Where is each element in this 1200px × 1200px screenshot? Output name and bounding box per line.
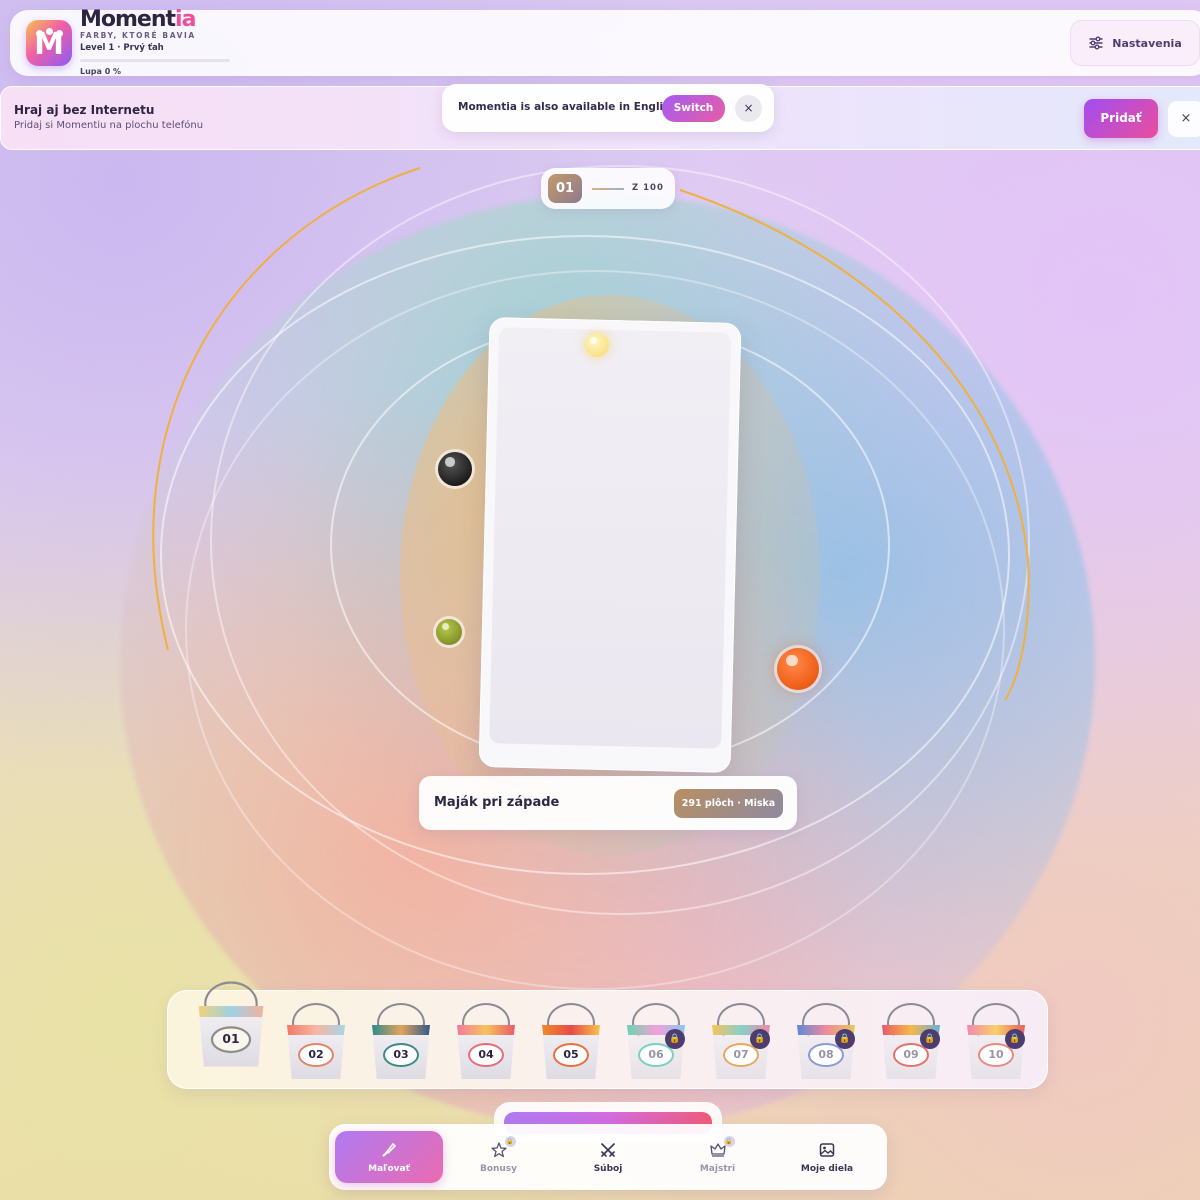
language-popup: Momentia is also available in English Sw… <box>442 84 774 132</box>
paint-bucket-10[interactable]: 10 🔒 <box>965 1003 1027 1083</box>
bucket-tray: 01 02 03 04 05 06 🔒 07 🔒 08 🔒 09 🔒 10 🔒 <box>167 981 1048 1089</box>
swords-icon <box>601 1143 615 1157</box>
brush-icon <box>382 1143 396 1157</box>
counter-total: Z 100 <box>632 183 664 193</box>
lock-icon: 🔒 <box>835 1029 855 1049</box>
paint-bucket-04[interactable]: 04 <box>455 1003 517 1083</box>
nav-masters[interactable]: Majstri 🔒 <box>664 1131 772 1183</box>
app-logo: M <box>26 20 72 66</box>
top-bar: M Momentia FARBY, KTORÉ BAVIA Level 1 · … <box>10 7 1200 76</box>
lupa-label: Lupa 0 % <box>80 67 122 76</box>
paint-bucket-06[interactable]: 06 🔒 <box>625 1003 687 1083</box>
nav-label: Súboj <box>593 1164 623 1174</box>
sliders-icon <box>1089 36 1103 50</box>
lock-icon: 🔒 <box>504 1136 516 1147</box>
olive-orb[interactable] <box>436 619 462 645</box>
nav-label: Bonusy <box>479 1164 518 1174</box>
orange-orb[interactable] <box>777 648 819 690</box>
bucket-paint <box>542 1025 600 1035</box>
painting-canvas[interactable] <box>478 316 742 774</box>
paint-bucket-03[interactable]: 03 <box>370 1003 432 1083</box>
nav-gallery[interactable]: Moje diela <box>773 1131 881 1183</box>
bucket-label: 03 <box>383 1043 419 1067</box>
nav-label: Moje diela <box>800 1164 854 1174</box>
logo-letter: M <box>34 27 64 62</box>
counter-current: 01 <box>548 174 582 203</box>
painting-title: Maják pri západe <box>434 795 560 810</box>
settings-label: Nastavenia <box>1112 36 1182 50</box>
bucket-label: 02 <box>298 1043 334 1067</box>
counter-divider <box>592 188 624 190</box>
black-orb[interactable] <box>438 452 472 486</box>
bucket-paint <box>198 1006 264 1018</box>
bucket-label: 04 <box>468 1043 504 1067</box>
lupa-progress-bar <box>80 59 230 62</box>
nav-duel[interactable]: Súboj <box>554 1131 662 1183</box>
nav-bonuses[interactable]: Bonusy 🔒 <box>445 1131 553 1183</box>
image-icon <box>819 1143 835 1157</box>
nav-label: Maľovať <box>368 1164 410 1174</box>
app-brand: Momentia <box>80 7 196 32</box>
lock-icon: 🔒 <box>920 1029 940 1049</box>
lock-icon: 🔒 <box>723 1136 735 1147</box>
yellow-orb[interactable] <box>585 333 609 357</box>
paint-bucket-09[interactable]: 09 🔒 <box>880 1003 942 1083</box>
canvas-surface[interactable] <box>489 327 732 749</box>
lock-icon: 🔒 <box>750 1029 770 1049</box>
language-message: Momentia is also available in English <box>458 101 677 113</box>
add-to-home-button[interactable]: Pridať <box>1084 99 1158 138</box>
lock-icon: 🔒 <box>665 1029 685 1049</box>
lock-icon: 🔒 <box>1005 1029 1025 1049</box>
bucket-paint <box>372 1025 430 1035</box>
paint-bucket-07[interactable]: 07 🔒 <box>710 1003 772 1083</box>
settings-button[interactable]: Nastavenia <box>1070 20 1200 66</box>
install-close-button[interactable]: × <box>1168 101 1200 137</box>
level-text: Level 1 · Prvý ťah <box>80 43 164 53</box>
bucket-paint <box>287 1025 345 1035</box>
level-counter: 01 Z 100 <box>541 168 675 209</box>
paint-bucket-05[interactable]: 05 <box>540 1003 602 1083</box>
bucket-label: 05 <box>553 1043 589 1067</box>
paint-bucket-01[interactable]: 01 <box>196 981 265 1071</box>
bottom-navigation: Maľovať Bonusy 🔒 Súboj Majstri 🔒 Moje diela <box>329 1124 887 1190</box>
install-subtitle: Pridaj si Momentiu na plochu telefónu <box>14 120 204 131</box>
paint-bucket-02[interactable]: 02 <box>285 1003 347 1083</box>
switch-language-button[interactable]: Switch <box>662 95 725 122</box>
install-title: Hraj aj bez Internetu <box>14 103 155 117</box>
language-close-button[interactable]: × <box>735 95 762 122</box>
nav-paint[interactable]: Maľovať <box>335 1131 443 1183</box>
paint-bucket-08[interactable]: 08 🔒 <box>795 1003 857 1083</box>
bucket-paint <box>457 1025 515 1035</box>
painting-info: Maják pri západe 291 plôch · Miska <box>419 776 797 830</box>
app-tagline: FARBY, KTORÉ BAVIA <box>80 31 196 40</box>
painting-badge: 291 plôch · Miska <box>674 789 783 818</box>
bucket-label: 01 <box>210 1026 252 1054</box>
nav-label: Majstri <box>699 1164 736 1174</box>
